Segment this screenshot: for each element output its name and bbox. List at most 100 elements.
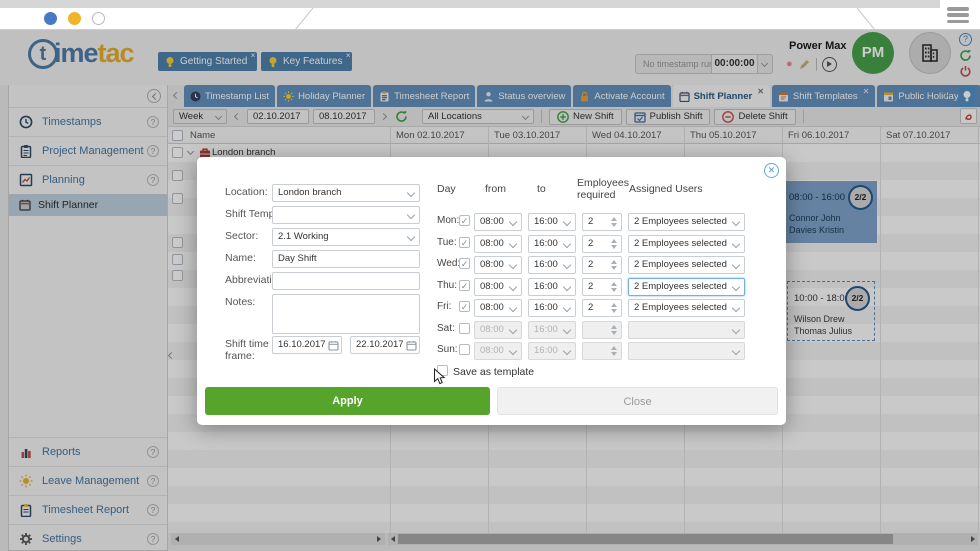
spin-down-icon[interactable] bbox=[611, 266, 617, 270]
to-select[interactable]: 16:00 bbox=[528, 235, 576, 253]
assigned-users-select-disabled bbox=[628, 342, 745, 360]
assigned-value: 2 Employees selected bbox=[634, 238, 727, 249]
spin-down-icon[interactable] bbox=[611, 223, 617, 227]
header-employees-required: Employees bbox=[577, 177, 629, 189]
required-stepper-disabled bbox=[582, 321, 622, 339]
required-value: 2 bbox=[588, 216, 594, 227]
day-label: Sat: bbox=[437, 323, 455, 334]
day-checkbox-unchecked[interactable] bbox=[459, 323, 470, 334]
from-value: 08:00 bbox=[480, 238, 504, 249]
day-row-mon: Mon: 08:00 16:00 2 2 Employees selected bbox=[197, 213, 786, 231]
apply-button[interactable]: Apply bbox=[205, 387, 490, 415]
timetac-app: t ime tac Getting Started × Key Features ×… bbox=[0, 0, 980, 551]
location-label: Location: bbox=[225, 186, 268, 198]
required-value: 2 bbox=[588, 281, 594, 292]
from-value: 08:00 bbox=[480, 345, 504, 356]
assigned-users-select-focused[interactable]: 2 Employees selected bbox=[628, 278, 745, 296]
dialog-close-icon[interactable]: ✕ bbox=[764, 163, 779, 178]
required-value: 2 bbox=[588, 238, 594, 249]
to-value: 16:00 bbox=[534, 324, 558, 335]
required-stepper[interactable]: 2 bbox=[582, 235, 622, 253]
from-select[interactable]: 08:00 bbox=[474, 278, 522, 296]
from-select[interactable]: 08:00 bbox=[474, 256, 522, 274]
spin-down-icon[interactable] bbox=[611, 245, 617, 249]
day-row-wed: Wed: 08:00 16:00 2 2 Employees selected bbox=[197, 256, 786, 274]
assigned-value: 2 Employees selected bbox=[634, 259, 727, 270]
to-select[interactable]: 16:00 bbox=[528, 299, 576, 317]
required-stepper[interactable]: 2 bbox=[582, 256, 622, 274]
to-select[interactable]: 16:00 bbox=[528, 278, 576, 296]
to-value: 16:00 bbox=[534, 302, 558, 313]
to-value: 16:00 bbox=[534, 281, 558, 292]
required-value: 2 bbox=[588, 302, 594, 313]
spin-down-icon[interactable] bbox=[611, 288, 617, 292]
assigned-users-select[interactable]: 2 Employees selected bbox=[628, 213, 745, 231]
day-row-thu: Thu: 08:00 16:00 2 2 Employees selected bbox=[197, 278, 786, 296]
spin-up-icon[interactable] bbox=[611, 239, 617, 243]
to-value: 16:00 bbox=[534, 345, 558, 356]
save-as-template-label: Save as template bbox=[453, 366, 535, 378]
assigned-value: 2 Employees selected bbox=[634, 302, 727, 313]
day-label: Tue: bbox=[437, 237, 457, 248]
from-value: 08:00 bbox=[480, 324, 504, 335]
day-checkbox-checked[interactable] bbox=[459, 237, 470, 248]
day-row-tue: Tue: 08:00 16:00 2 2 Employees selected bbox=[197, 235, 786, 253]
browser-chrome bbox=[0, 0, 980, 30]
required-stepper[interactable]: 2 bbox=[582, 278, 622, 296]
from-select-disabled: 08:00 bbox=[474, 342, 522, 360]
from-value: 08:00 bbox=[480, 302, 504, 313]
day-checkbox-checked[interactable] bbox=[459, 301, 470, 312]
to-value: 16:00 bbox=[534, 259, 558, 270]
assigned-users-select[interactable]: 2 Employees selected bbox=[628, 235, 745, 253]
assigned-users-select[interactable]: 2 Employees selected bbox=[628, 299, 745, 317]
window-dot-blue-icon[interactable] bbox=[44, 12, 57, 25]
day-label: Fri: bbox=[437, 301, 452, 312]
shift-dialog: ✕ Location: London branch Shift Template… bbox=[197, 157, 786, 425]
day-row-sun: Sun: 08:00 16:00 bbox=[197, 342, 786, 360]
location-value: London branch bbox=[278, 187, 342, 198]
spin-up-icon[interactable] bbox=[611, 260, 617, 264]
location-select[interactable]: London branch bbox=[272, 184, 420, 202]
close-button[interactable]: Close bbox=[497, 387, 778, 415]
assigned-value: 2 Employees selected bbox=[634, 216, 727, 227]
day-checkbox-checked[interactable] bbox=[459, 215, 470, 226]
spin-down-icon bbox=[611, 352, 617, 356]
spin-up-icon[interactable] bbox=[611, 217, 617, 221]
spin-down-icon bbox=[611, 331, 617, 335]
from-select[interactable]: 08:00 bbox=[474, 299, 522, 317]
from-select[interactable]: 08:00 bbox=[474, 213, 522, 231]
to-select[interactable]: 16:00 bbox=[528, 256, 576, 274]
to-value: 16:00 bbox=[534, 216, 558, 227]
assigned-value: 2 Employees selected bbox=[634, 281, 727, 292]
day-checkbox-unchecked[interactable] bbox=[459, 344, 470, 355]
day-label: Thu: bbox=[437, 280, 458, 291]
assigned-users-select[interactable]: 2 Employees selected bbox=[628, 256, 745, 274]
required-stepper[interactable]: 2 bbox=[582, 299, 622, 317]
spin-up-icon bbox=[611, 346, 617, 350]
header-assigned-users: Assigned Users bbox=[629, 183, 703, 195]
assigned-users-select-disabled bbox=[628, 321, 745, 339]
spin-down-icon[interactable] bbox=[611, 309, 617, 313]
window-dot-yellow-icon[interactable] bbox=[68, 12, 81, 25]
required-stepper[interactable]: 2 bbox=[582, 213, 622, 231]
from-value: 08:00 bbox=[480, 259, 504, 270]
day-row-sat: Sat: 08:00 16:00 bbox=[197, 321, 786, 339]
spin-up-icon[interactable] bbox=[611, 282, 617, 286]
day-label: Sun: bbox=[437, 344, 458, 355]
from-value: 08:00 bbox=[480, 216, 504, 227]
day-row-fri: Fri: 08:00 16:00 2 2 Employees selected bbox=[197, 299, 786, 317]
header-day: Day bbox=[437, 183, 456, 195]
day-checkbox-checked[interactable] bbox=[459, 258, 470, 269]
hamburger-menu-icon[interactable] bbox=[944, 5, 972, 25]
to-select[interactable]: 16:00 bbox=[528, 213, 576, 231]
day-label: Mon: bbox=[437, 215, 460, 226]
header-from: from bbox=[485, 183, 506, 195]
window-dot-white-icon[interactable] bbox=[92, 12, 105, 25]
from-value: 08:00 bbox=[480, 281, 504, 292]
from-select-disabled: 08:00 bbox=[474, 321, 522, 339]
from-select[interactable]: 08:00 bbox=[474, 235, 522, 253]
day-checkbox-checked[interactable] bbox=[459, 280, 470, 291]
required-value: 2 bbox=[588, 259, 594, 270]
to-select-disabled: 16:00 bbox=[528, 342, 576, 360]
spin-up-icon[interactable] bbox=[611, 303, 617, 307]
